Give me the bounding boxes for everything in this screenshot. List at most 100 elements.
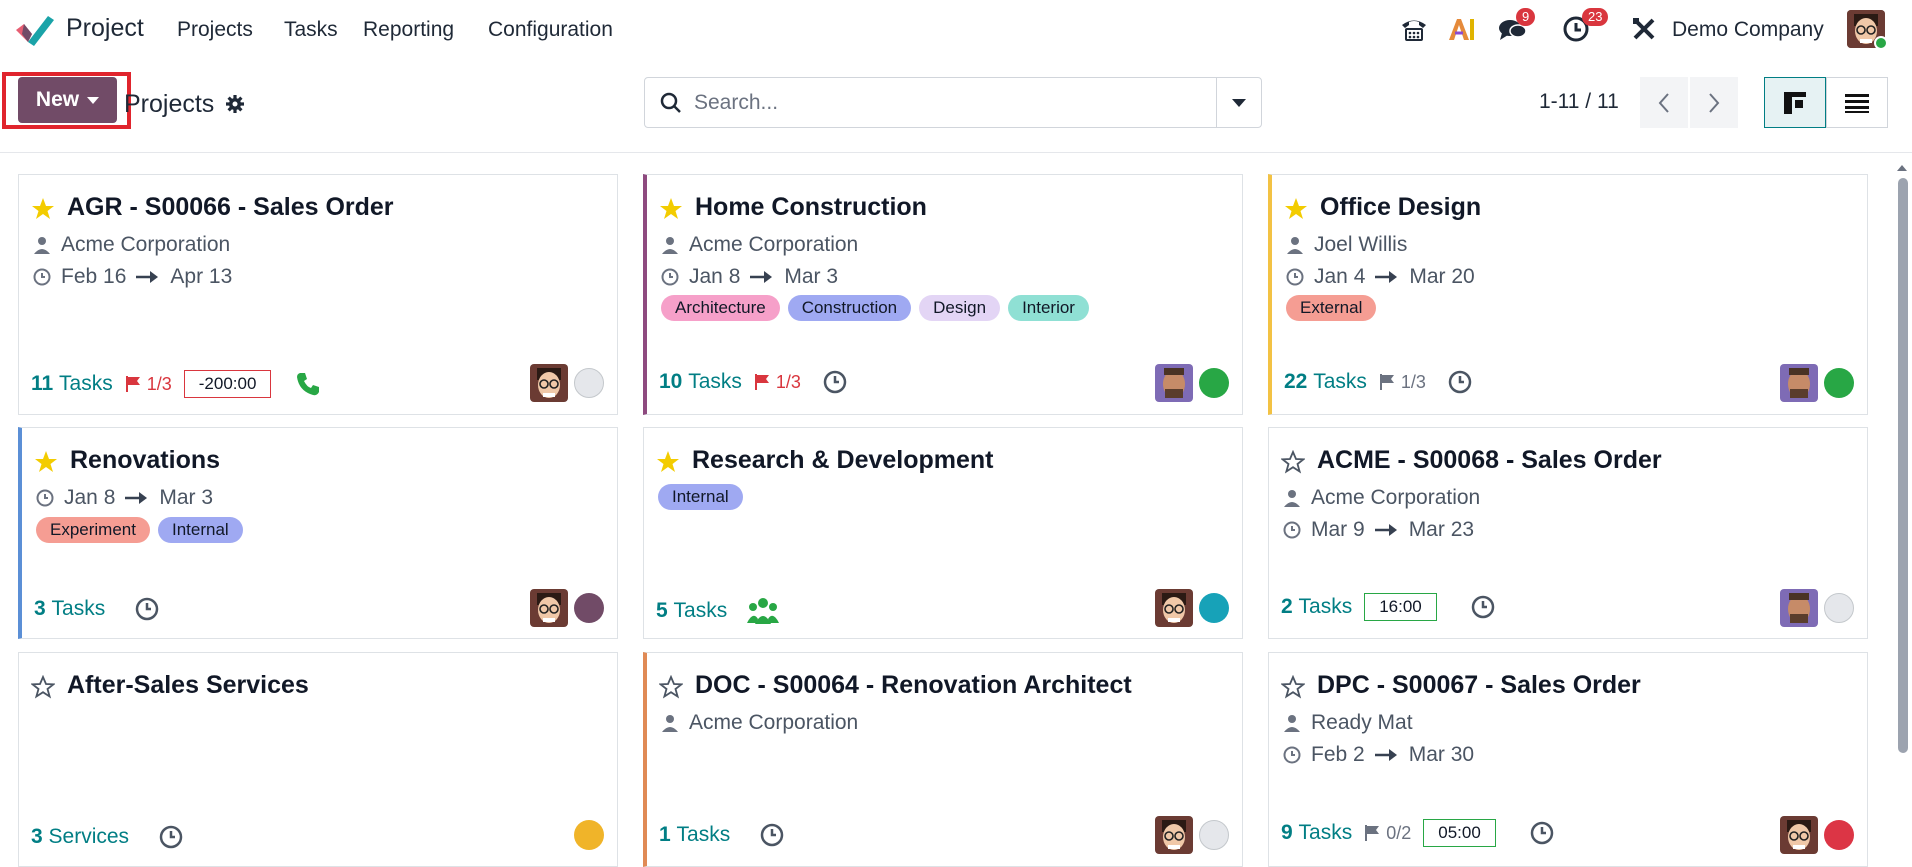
project-card[interactable]: ACME - S00068 - Sales Order Acme Corpora… <box>1268 427 1868 639</box>
tag[interactable]: Construction <box>787 295 912 321</box>
avatar[interactable] <box>530 364 568 402</box>
menu-configuration[interactable]: Configuration <box>488 18 613 42</box>
project-title[interactable]: DPC - S00067 - Sales Order <box>1317 671 1641 700</box>
activity-clock-icon[interactable] <box>159 825 183 849</box>
status-indicator[interactable] <box>1824 593 1854 623</box>
project-card[interactable]: Research & Development Internal 5 Tasks <box>643 427 1243 639</box>
tag[interactable]: Architecture <box>661 295 780 321</box>
project-card[interactable]: AGR - S00066 - Sales Order Acme Corporat… <box>18 174 618 415</box>
menu-projects[interactable]: Projects <box>177 18 253 42</box>
tasks-link[interactable]: 1 Tasks <box>659 823 730 847</box>
project-title[interactable]: ACME - S00068 - Sales Order <box>1317 446 1662 475</box>
avatar[interactable] <box>1780 589 1818 627</box>
project-card[interactable]: DOC - S00064 - Renovation Architect Acme… <box>643 652 1243 867</box>
status-indicator[interactable] <box>1199 368 1229 398</box>
status-indicator[interactable] <box>574 593 604 623</box>
status-indicator[interactable] <box>1824 368 1854 398</box>
activities-clock-icon[interactable]: 23 <box>1560 8 1609 44</box>
scroll-up-arrow-icon[interactable] <box>1896 163 1908 173</box>
tasks-link[interactable]: 22 Tasks <box>1284 370 1367 394</box>
avatar[interactable] <box>530 589 568 627</box>
status-indicator[interactable] <box>1199 593 1229 623</box>
search-input[interactable] <box>694 84 1204 122</box>
tasks-link[interactable]: 10 Tasks <box>659 370 742 394</box>
pager-value[interactable]: 1-11 / 11 <box>1539 90 1619 114</box>
new-button[interactable]: New <box>18 77 117 123</box>
tasks-link[interactable]: 11 Tasks <box>31 372 113 396</box>
project-title[interactable]: Home Construction <box>695 193 927 222</box>
star-outline-icon[interactable] <box>1281 675 1305 699</box>
messages-icon[interactable]: 9 <box>1496 8 1536 44</box>
star-outline-icon[interactable] <box>31 675 55 699</box>
star-filled-icon[interactable] <box>31 197 55 221</box>
status-indicator[interactable] <box>574 368 604 398</box>
project-card[interactable]: DPC - S00067 - Sales Order Ready Mat Feb… <box>1268 652 1868 867</box>
avatar[interactable] <box>1780 816 1818 854</box>
avatar[interactable] <box>1155 589 1193 627</box>
tasks-link[interactable]: 9 Tasks <box>1281 821 1352 845</box>
milestone-progress[interactable]: 1/3 <box>125 374 172 395</box>
avatar[interactable] <box>1155 364 1193 402</box>
activity-clock-icon[interactable] <box>1471 595 1495 619</box>
project-title[interactable]: Office Design <box>1320 193 1481 222</box>
star-outline-icon[interactable] <box>1281 450 1305 474</box>
star-filled-icon[interactable] <box>34 450 58 474</box>
phone-icon[interactable] <box>295 371 321 397</box>
user-icon <box>1284 715 1300 732</box>
activity-clock-icon[interactable] <box>760 823 784 847</box>
activity-clock-icon[interactable] <box>135 597 159 621</box>
avatar[interactable] <box>1155 816 1193 854</box>
avatar[interactable] <box>1780 364 1818 402</box>
scrollbar-thumb[interactable] <box>1898 178 1908 753</box>
activity-clock-icon[interactable] <box>823 370 847 394</box>
activity-clock-icon[interactable] <box>1448 370 1472 394</box>
tag[interactable]: Internal <box>157 517 243 543</box>
project-card[interactable]: After-Sales Services 3 Services <box>18 652 618 867</box>
milestone-progress[interactable]: 0/2 <box>1364 823 1411 844</box>
services-link[interactable]: 3 Services <box>31 825 129 849</box>
tag[interactable]: Internal <box>658 484 743 510</box>
tasks-link[interactable]: 3 Tasks <box>34 597 105 621</box>
star-filled-icon[interactable] <box>659 197 683 221</box>
menu-tasks[interactable]: Tasks <box>284 18 338 42</box>
search-icon[interactable] <box>660 92 682 114</box>
project-card[interactable]: Office Design Joel Willis Jan 4 Mar 20 E… <box>1268 174 1868 415</box>
project-title[interactable]: DOC - S00064 - Renovation Architect <box>695 671 1132 700</box>
status-indicator[interactable] <box>1199 820 1229 850</box>
star-filled-icon[interactable] <box>1284 197 1308 221</box>
pager-next-button[interactable] <box>1690 77 1738 128</box>
tag[interactable]: Design <box>919 295 1001 321</box>
project-title[interactable]: After-Sales Services <box>67 671 309 700</box>
tasks-link[interactable]: 2 Tasks <box>1281 595 1352 619</box>
app-name[interactable]: Project <box>66 14 144 43</box>
project-app-logo-icon[interactable] <box>14 12 54 46</box>
project-title[interactable]: Renovations <box>70 446 220 475</box>
phone-icon[interactable] <box>1398 14 1430 44</box>
tasks-link[interactable]: 5 Tasks <box>656 599 727 623</box>
project-card[interactable]: Renovations Jan 8 Mar 3 Experiment Inter… <box>18 427 618 639</box>
team-users-icon[interactable] <box>747 597 780 625</box>
search-options-toggle[interactable] <box>1216 78 1261 127</box>
project-card[interactable]: Home Construction Acme Corporation Jan 8… <box>643 174 1243 415</box>
tag[interactable]: External <box>1286 295 1377 321</box>
tag[interactable]: Experiment <box>36 517 150 543</box>
project-title[interactable]: AGR - S00066 - Sales Order <box>67 193 394 222</box>
company-switcher[interactable]: Demo Company <box>1672 18 1824 42</box>
milestone-progress[interactable]: 1/3 <box>754 372 801 393</box>
activity-clock-icon[interactable] <box>1530 821 1554 845</box>
project-title[interactable]: Research & Development <box>692 446 994 475</box>
gear-icon[interactable] <box>225 94 245 114</box>
page-title[interactable]: Projects <box>124 90 214 119</box>
debug-tools-icon[interactable] <box>1630 14 1658 44</box>
kanban-view-button[interactable] <box>1764 77 1826 128</box>
star-filled-icon[interactable] <box>656 450 680 474</box>
menu-reporting[interactable]: Reporting <box>363 18 454 42</box>
list-view-button[interactable] <box>1826 77 1888 128</box>
pager-previous-button[interactable] <box>1640 77 1688 128</box>
status-indicator[interactable] <box>574 820 604 850</box>
ai-icon[interactable] <box>1446 14 1478 44</box>
status-indicator[interactable] <box>1824 820 1854 850</box>
tag[interactable]: Interior <box>1008 295 1089 321</box>
star-outline-icon[interactable] <box>659 675 683 699</box>
milestone-progress[interactable]: 1/3 <box>1379 372 1426 393</box>
